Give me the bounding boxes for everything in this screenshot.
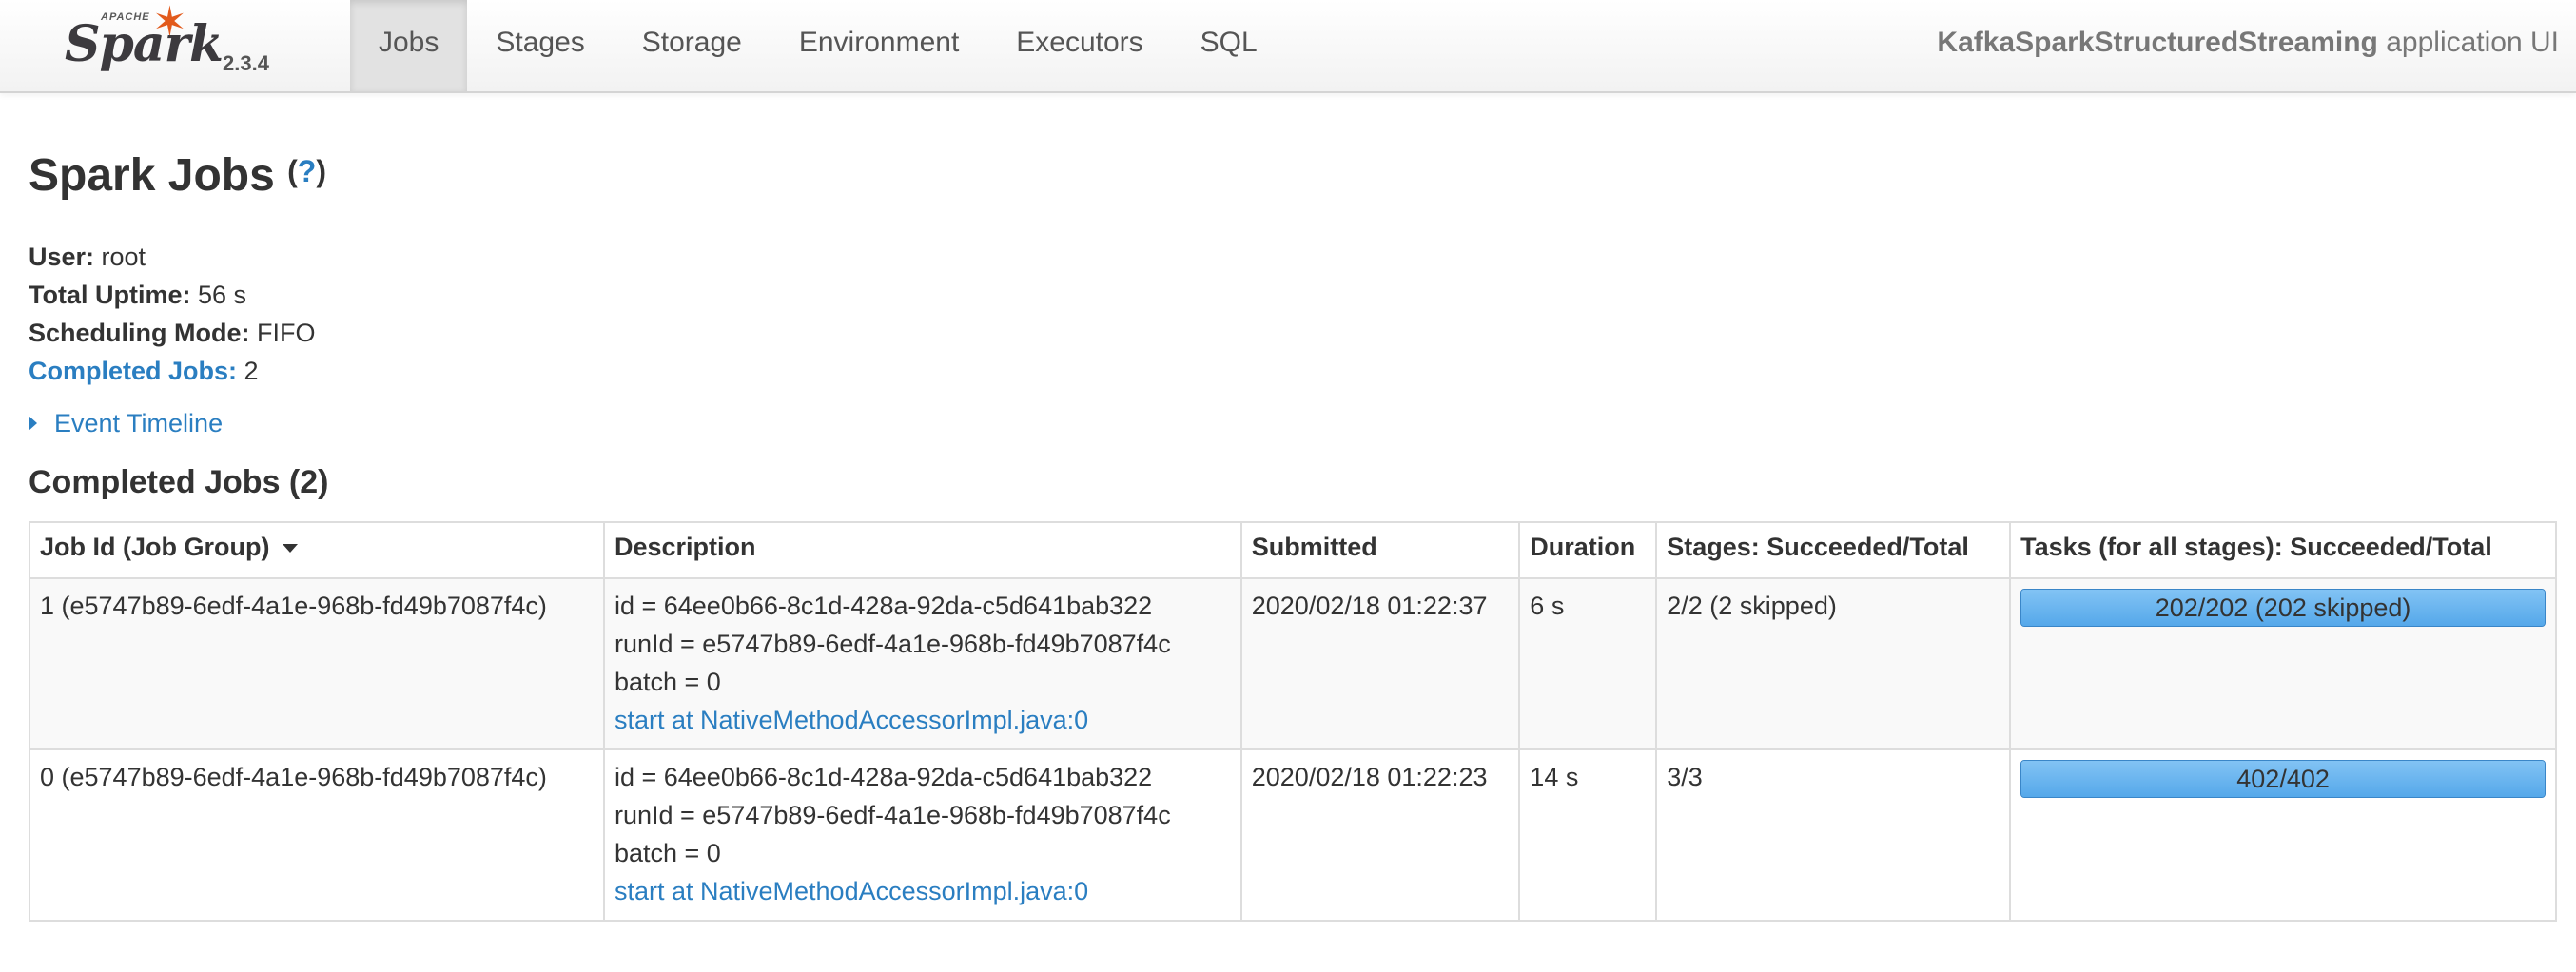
description-cell: id = 64ee0b66-8c1d-428a-92da-c5d641bab32… [602,748,1242,922]
summary-scheduling: Scheduling Mode: FIFO [29,314,316,352]
help-close-paren: ) [316,154,326,188]
completed-jobs-link[interactable]: Completed Jobs: [29,357,237,385]
spark-version: 2.3.4 [223,51,269,75]
summary-completed-value: 2 [237,357,259,385]
tab-jobs[interactable]: Jobs [350,0,468,91]
summary-user-value: root [94,243,146,271]
progress-label: 402/402 [2236,765,2330,793]
description-line: id = 64ee0b66-8c1d-428a-92da-c5d641bab32… [614,592,1153,620]
table-header-row: Job Id (Job Group) Description Submitted… [29,521,2557,579]
duration-cell: 14 s [1518,748,1658,922]
job-summary: User: root Total Uptime: 56 s Scheduling… [29,238,316,390]
tasks-progress-bar: 402/402 [2020,760,2546,798]
top-navbar: ✶ APACHE Spark 2.3.4 Jobs Stages Storage… [0,0,2576,93]
submitted-cell: 2020/02/18 01:22:37 [1239,577,1521,750]
column-header-job-id[interactable]: Job Id (Job Group) [29,521,605,579]
summary-scheduling-value: FIFO [249,319,316,347]
stages-cell: 2/2 (2 skipped) [1655,577,2012,750]
job-id-cell: 1 (e5747b89-6edf-4a1e-968b-fd49b7087f4c) [29,577,605,750]
description-cell: id = 64ee0b66-8c1d-428a-92da-c5d641bab32… [602,577,1242,750]
help-icon[interactable]: ? [298,154,317,188]
nav-tabs: Jobs Stages Storage Environment Executor… [350,0,1286,91]
application-suffix: application UI [2377,27,2559,58]
table-row: 0 (e5747b89-6edf-4a1e-968b-fd49b7087f4c)… [29,748,2557,922]
summary-uptime-label: Total Uptime: [29,281,191,309]
table-row: 1 (e5747b89-6edf-4a1e-968b-fd49b7087f4c)… [29,577,2557,750]
tab-sql[interactable]: SQL [1172,0,1286,91]
column-header-label: Job Id (Job Group) [40,533,270,561]
page-title: Spark Jobs (?) [29,146,326,202]
tasks-cell: 402/402 [2009,748,2557,922]
tab-executors[interactable]: Executors [987,0,1171,91]
application-title: KafkaSparkStructuredStreaming applicatio… [1937,0,2559,91]
help-tooltip[interactable]: (?) [287,154,326,188]
stages-cell: 3/3 [1655,748,2012,922]
job-detail-link[interactable]: start at NativeMethodAccessorImpl.java:0 [615,872,1231,910]
application-name: KafkaSparkStructuredStreaming [1937,27,2378,58]
tab-stages[interactable]: Stages [467,0,613,91]
column-header-stages[interactable]: Stages: Succeeded/Total [1655,521,2012,579]
description-line: runId = e5747b89-6edf-4a1e-968b-fd49b708… [614,801,1171,829]
duration-cell: 6 s [1518,577,1658,750]
spark-wordmark: Spark [65,15,224,73]
completed-jobs-table: Job Id (Job Group) Description Submitted… [29,521,2557,922]
event-timeline-toggle[interactable]: Event Timeline [29,409,223,438]
tab-environment[interactable]: Environment [771,0,987,91]
page-title-text: Spark Jobs [29,150,275,201]
column-header-tasks[interactable]: Tasks (for all stages): Succeeded/Total [2009,521,2557,579]
summary-user-label: User: [29,243,95,271]
column-header-submitted[interactable]: Submitted [1239,521,1521,579]
submitted-cell: 2020/02/18 01:22:23 [1239,748,1521,922]
tab-storage[interactable]: Storage [614,0,771,91]
sort-desc-icon [283,544,299,554]
tasks-cell: 202/202 (202 skipped) [2009,577,2557,750]
summary-user: User: root [29,238,316,276]
job-id-cell: 0 (e5747b89-6edf-4a1e-968b-fd49b7087f4c) [29,748,605,922]
job-detail-link[interactable]: start at NativeMethodAccessorImpl.java:0 [615,701,1231,739]
progress-label: 202/202 (202 skipped) [2155,593,2411,622]
summary-completed: Completed Jobs: 2 [29,352,316,390]
summary-scheduling-label: Scheduling Mode: [29,319,250,347]
summary-uptime-value: 56 s [190,281,247,309]
expand-arrow-icon [29,415,37,431]
completed-jobs-heading[interactable]: Completed Jobs (2) [29,464,328,501]
tasks-progress-bar: 202/202 (202 skipped) [2020,589,2546,627]
description-line: batch = 0 [614,839,721,867]
help-open-paren: ( [287,154,298,188]
event-timeline-label: Event Timeline [54,409,224,437]
description-line: runId = e5747b89-6edf-4a1e-968b-fd49b708… [614,630,1171,658]
description-line: id = 64ee0b66-8c1d-428a-92da-c5d641bab32… [614,763,1153,791]
column-header-description[interactable]: Description [602,521,1242,579]
summary-uptime: Total Uptime: 56 s [29,276,316,314]
column-header-duration[interactable]: Duration [1518,521,1658,579]
description-line: batch = 0 [614,668,721,696]
spark-logo[interactable]: ✶ APACHE Spark 2.3.4 [65,2,285,86]
